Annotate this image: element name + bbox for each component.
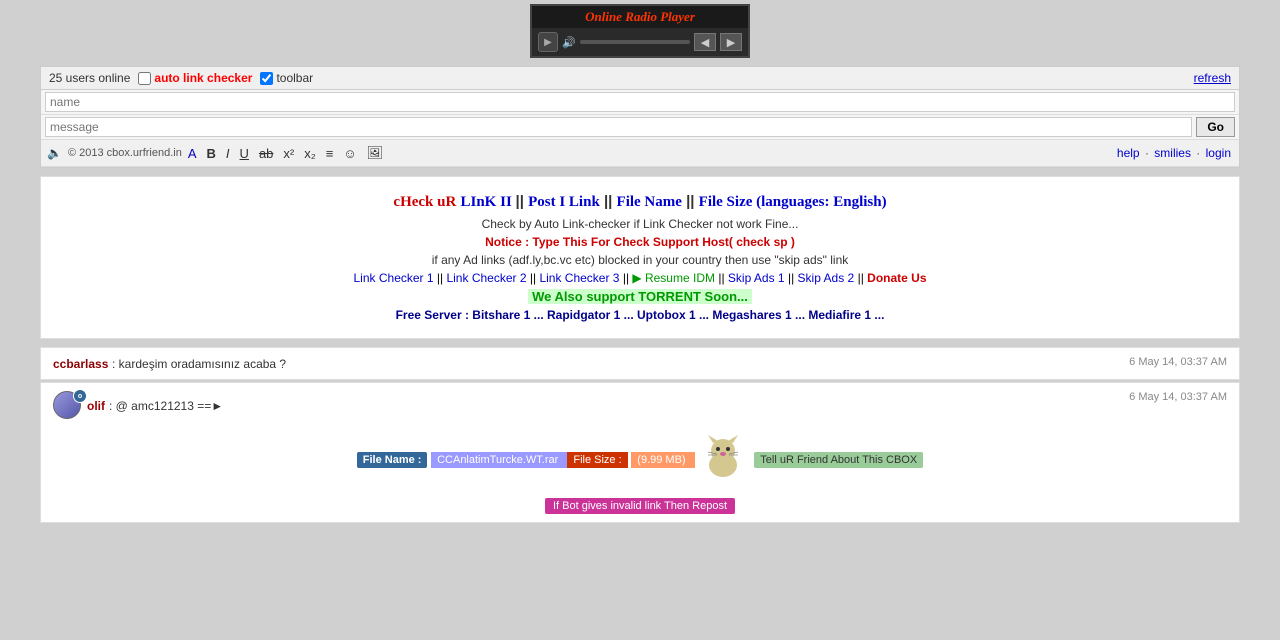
editor-toolbar: 🔈 © 2013 cbox.urfriend.in A B I U ab x² … (41, 140, 1239, 167)
underline-icon[interactable]: U (236, 144, 253, 163)
file-size-badge: File Size : (567, 452, 627, 468)
toolbar-text: toolbar (276, 71, 313, 85)
msg-colon: : kardeşim oradamısınız acaba ? (112, 357, 286, 371)
toolbar-label[interactable]: toolbar (260, 71, 313, 85)
subscript-icon[interactable]: x₂ (300, 144, 320, 163)
name-input[interactable] (45, 92, 1235, 112)
refresh-link[interactable]: refresh (1194, 71, 1231, 85)
superscript-icon[interactable]: x² (279, 144, 298, 163)
msg-user: olif (87, 399, 105, 413)
chat-message: 6 May 14, 03:37 AM ccbarlass : kardeşim … (40, 347, 1240, 380)
notice-board: cHeck uR LInK II || Post I Link || File … (40, 176, 1240, 339)
link-checker-2[interactable]: Link Checker 2 (446, 271, 526, 285)
chat-messages: 6 May 14, 03:37 AM ccbarlass : kardeşim … (40, 347, 1240, 523)
tell-badge: Tell uR Friend About This CBOX (754, 452, 923, 468)
msg-timestamp: 6 May 14, 03:37 AM (1129, 391, 1227, 403)
play-button[interactable]: ▶ (538, 32, 558, 52)
go-button[interactable]: Go (1196, 117, 1235, 137)
notice-links: Link Checker 1 || Link Checker 2 || Link… (57, 271, 1223, 285)
notice-warn: Notice : Type This For Check Support Hos… (57, 235, 1223, 249)
users-online: 25 users online (49, 71, 130, 85)
avatar: o (53, 391, 83, 421)
resume-idm-link[interactable]: ▶ Resume IDM (632, 271, 715, 285)
notice-line1: cHeck uR LInK II || Post I Link || File … (57, 193, 1223, 211)
cat-mascot (703, 433, 743, 486)
notice-free: Free Server : Bitshare 1 ... Rapidgator … (57, 308, 1223, 322)
toolbar-checkbox[interactable] (260, 72, 273, 85)
notice-heading-sep1: || (516, 193, 529, 210)
file-size-value: (9.99 MB) (631, 452, 694, 468)
link-checker-1[interactable]: Link Checker 1 (354, 271, 434, 285)
volume-icon: 🔊 (562, 36, 576, 49)
file-name-link[interactable]: File Name (617, 194, 682, 210)
file-name-badge: File Name : (357, 452, 428, 468)
bot-notice-row: If Bot gives invalid link Then Repost (53, 492, 1227, 514)
msg-user: ccbarlass (53, 357, 108, 371)
auto-link-checker-label[interactable]: auto link checker (138, 71, 252, 85)
notice-heading-blue: LInK II (461, 194, 516, 210)
notice-heading-red: cHeck uR (393, 194, 456, 210)
image-icon[interactable]: 🖼 (363, 143, 388, 163)
sound-icon: 🔈 (47, 146, 62, 160)
login-link[interactable]: login (1206, 146, 1231, 160)
notice-info: if any Ad links (adf.ly,bc.vc etc) block… (57, 253, 1223, 267)
toolbar-row: 25 users online auto link checker toolba… (41, 67, 1239, 90)
post-link-link[interactable]: Post I Link (528, 194, 600, 210)
message-row: Go (41, 115, 1239, 140)
donate-us-link[interactable]: Donate Us (867, 271, 926, 285)
smilies-link[interactable]: smilies (1154, 146, 1191, 160)
msg-timestamp: 6 May 14, 03:37 AM (1129, 356, 1227, 368)
file-size-link[interactable]: File Size (languages: English) (699, 194, 887, 210)
next-button[interactable]: ▶ (720, 33, 742, 51)
notice-sub: Check by Auto Link-checker if Link Check… (57, 217, 1223, 231)
help-links: help · smilies · login (1115, 146, 1233, 160)
message-input[interactable] (45, 117, 1192, 137)
file-value: CCAnlatimTurcke.WT.rar (431, 452, 567, 468)
auto-link-checker-checkbox[interactable] (138, 72, 151, 85)
font-color-icon[interactable]: A (184, 144, 201, 163)
msg-text: : @ amc121213 ==► (109, 399, 223, 413)
name-row (41, 90, 1239, 115)
copyright: © 2013 cbox.urfriend.in (68, 147, 182, 159)
chat-container: 25 users online auto link checker toolba… (40, 66, 1240, 168)
bot-notice: If Bot gives invalid link Then Repost (545, 498, 735, 514)
align-icon[interactable]: ≡ (322, 144, 338, 163)
skip-ads-1-link[interactable]: Skip Ads 1 (728, 271, 785, 285)
bold-icon[interactable]: B (203, 144, 220, 163)
progress-bar[interactable] (580, 40, 690, 44)
bottom-content: File Name : CCAnlatimTurcke.WT.rar File … (53, 433, 1227, 486)
torrent-notice: We Also support TORRENT Soon... (57, 289, 1223, 308)
chat-message: 6 May 14, 03:37 AM o olif : @ amc121213 … (40, 382, 1240, 523)
link-checker-3[interactable]: Link Checker 3 (539, 271, 619, 285)
help-link[interactable]: help (1117, 146, 1140, 160)
smiley-icon[interactable]: ☺ (339, 144, 360, 163)
skip-ads-2-link[interactable]: Skip Ads 2 (798, 271, 855, 285)
strikethrough-icon[interactable]: ab (255, 144, 277, 163)
auto-link-text: auto link checker (154, 71, 252, 85)
radio-title: Online Radio Player (532, 6, 748, 28)
italic-icon[interactable]: I (222, 144, 234, 163)
prev-button[interactable]: ◀ (694, 33, 716, 51)
